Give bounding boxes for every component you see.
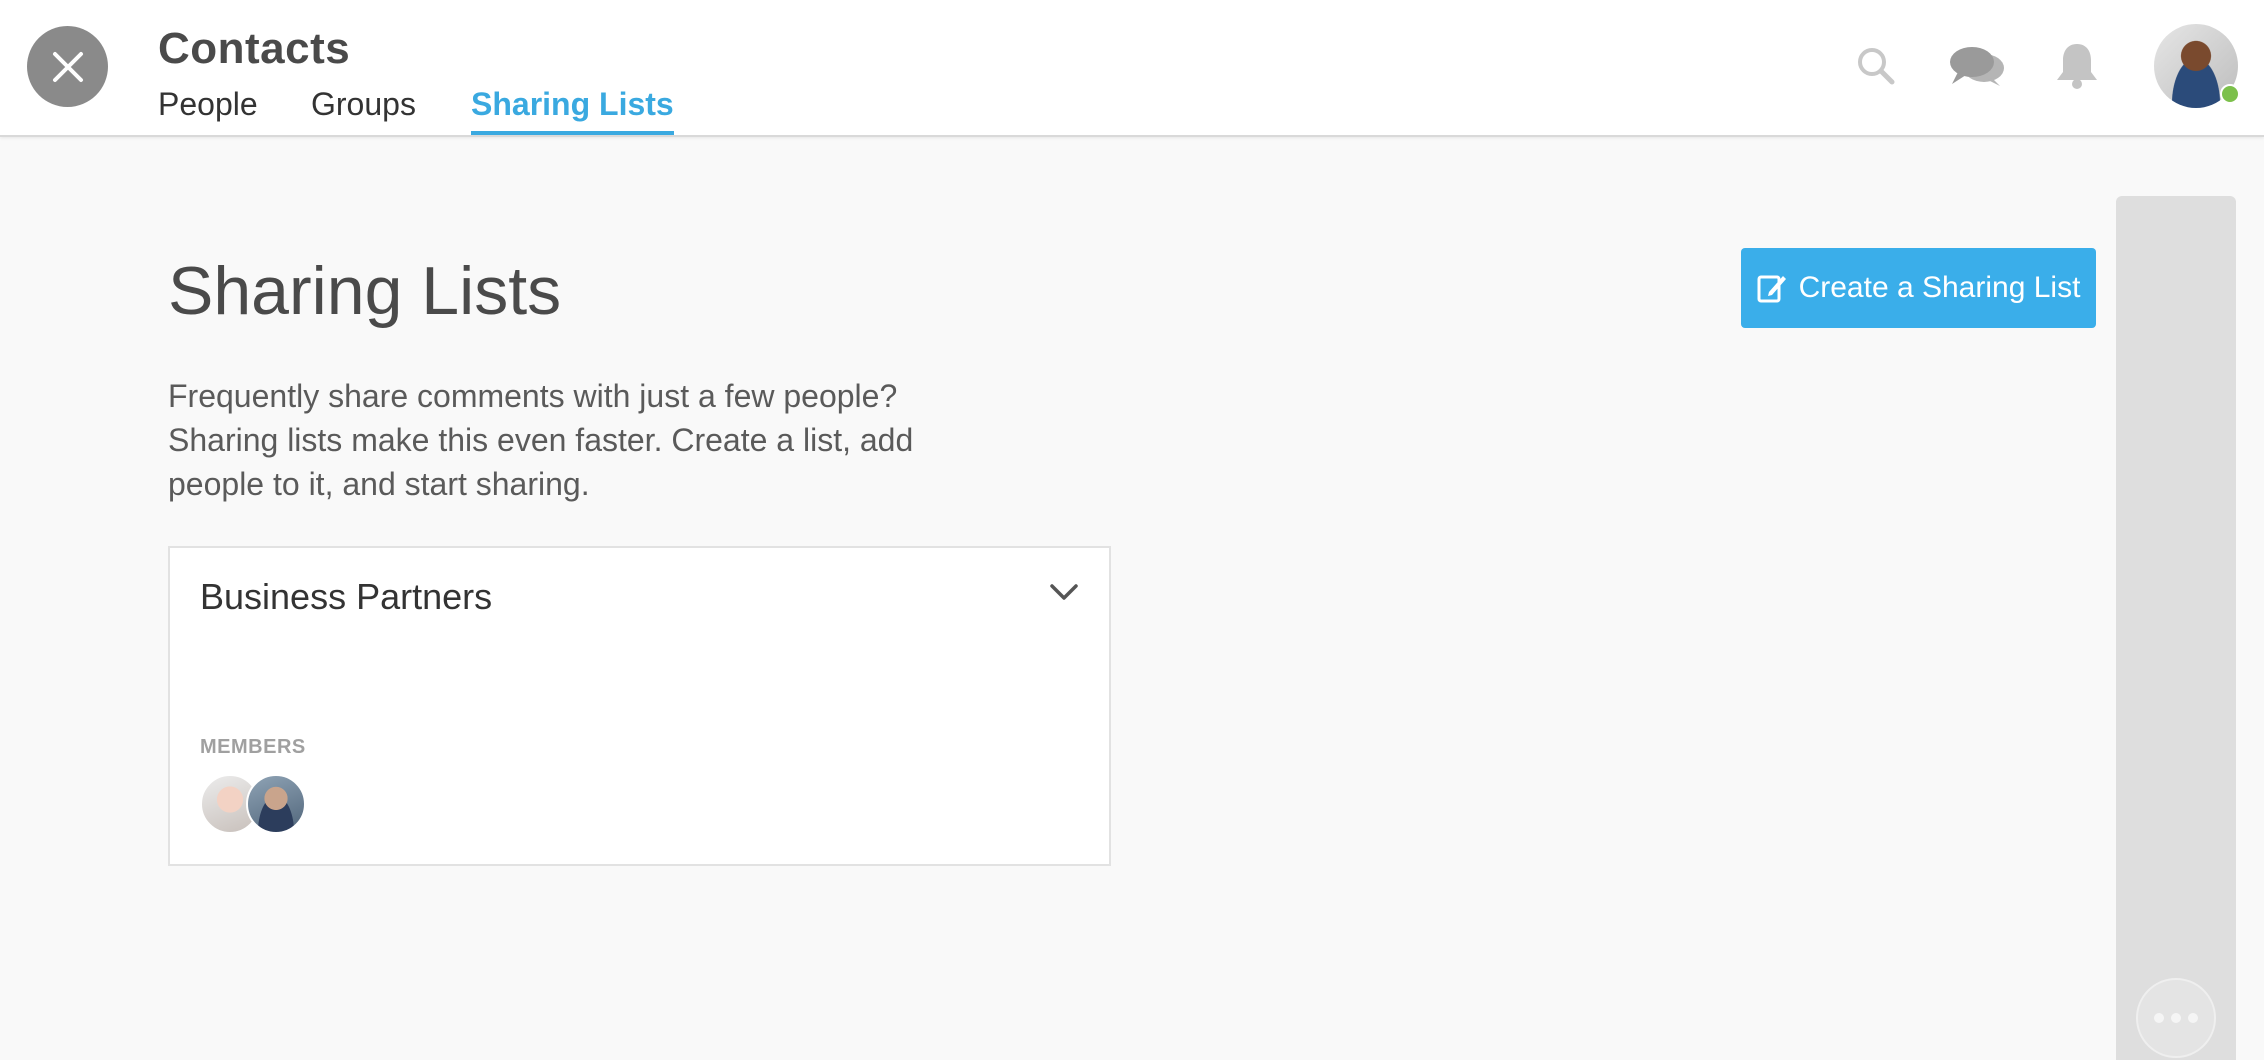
search-icon[interactable]: [1856, 46, 1896, 86]
sharing-list-name: Business Partners: [200, 576, 493, 617]
close-button[interactable]: [27, 26, 108, 107]
tab-sharing-lists[interactable]: Sharing Lists: [471, 86, 674, 135]
tab-people[interactable]: People: [158, 86, 258, 135]
side-panel: [2116, 196, 2236, 1060]
bell-icon[interactable]: [2054, 40, 2100, 90]
top-bar: Contacts People Groups Sharing Lists: [0, 0, 2264, 137]
member-avatar[interactable]: [246, 774, 306, 834]
user-avatar[interactable]: [2154, 24, 2240, 108]
page-title: Sharing Lists: [168, 253, 562, 329]
create-sharing-list-button[interactable]: Create a Sharing List: [1741, 248, 2096, 328]
members-label: MEMBERS: [200, 736, 306, 758]
sharing-list-card[interactable]: Business Partners MEMBERS: [168, 546, 1111, 866]
more-dots-icon: [2154, 1013, 2198, 1023]
edit-icon: [1757, 275, 1786, 303]
create-sharing-list-label: Create a Sharing List: [1798, 271, 2081, 304]
chevron-down-icon[interactable]: [1049, 582, 1079, 602]
chat-icon[interactable]: [1948, 44, 2006, 88]
tab-groups[interactable]: Groups: [311, 86, 416, 135]
online-status-indicator: [2220, 84, 2240, 104]
page-description: Frequently share comments with just a fe…: [168, 378, 914, 502]
more-options-button[interactable]: [2136, 978, 2216, 1058]
app-title: Contacts: [158, 24, 351, 73]
close-icon: [52, 51, 83, 82]
